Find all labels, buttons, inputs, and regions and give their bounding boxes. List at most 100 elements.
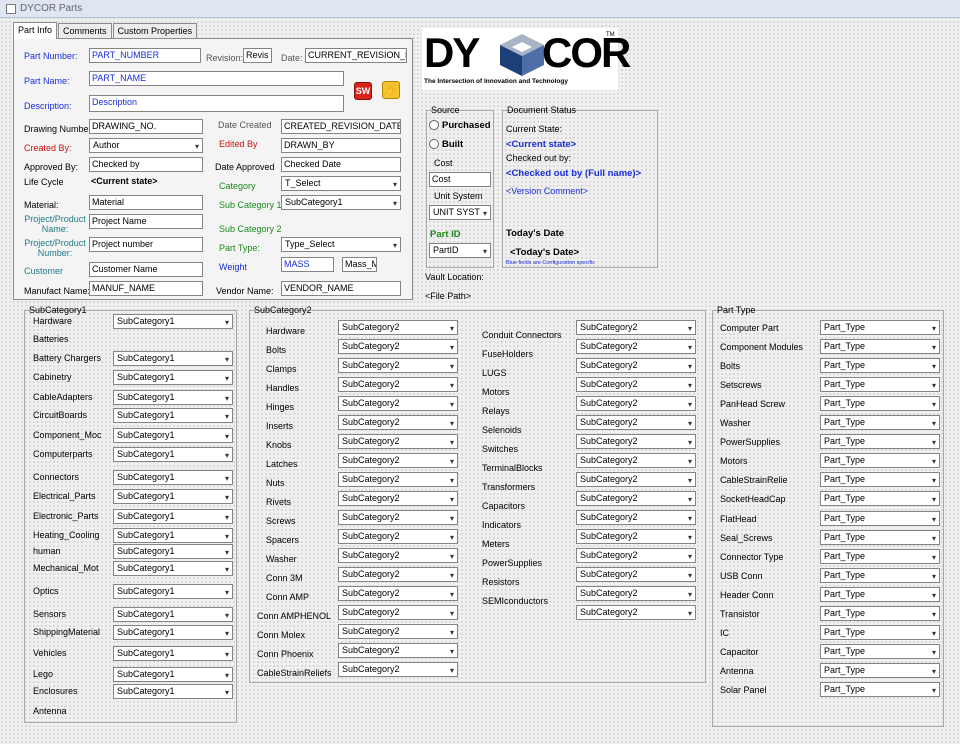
drawing-number-field[interactable]: DRAWING_NO. — [89, 119, 203, 134]
subcategory-dropdown[interactable]: SubCategory1 ▾ — [113, 544, 233, 559]
subcategory-dropdown[interactable]: SubCategory1 ▾ — [113, 607, 233, 622]
subcategory-dropdown[interactable]: Part_Type ▾ — [820, 530, 940, 545]
part-type-dropdown[interactable]: Type_Select ▾ — [281, 237, 401, 252]
subcategory-dropdown[interactable]: SubCategory2 ▾ — [338, 662, 458, 677]
solidworks-icon[interactable]: SW — [354, 82, 372, 100]
subcategory-dropdown[interactable]: SubCategory1 ▾ — [113, 561, 233, 576]
radio-purchased[interactable] — [429, 120, 439, 130]
subcategory-dropdown[interactable]: Part_Type ▾ — [820, 358, 940, 373]
subcategory-dropdown[interactable]: SubCategory2 ▾ — [576, 320, 696, 335]
subcategory-dropdown[interactable]: SubCategory2 ▾ — [338, 320, 458, 335]
subcategory-dropdown[interactable]: SubCategory2 ▾ — [338, 643, 458, 658]
subcategory-dropdown[interactable]: Part_Type ▾ — [820, 587, 940, 602]
date-field[interactable]: CURRENT_REVISION_D — [305, 48, 407, 63]
date-created-field[interactable]: CREATED_REVISION_DATE — [281, 119, 401, 134]
part-number-field[interactable]: PART_NUMBER — [89, 48, 201, 63]
subcategory-dropdown[interactable]: Part_Type ▾ — [820, 377, 940, 392]
hand-icon[interactable]: ✋ — [382, 81, 400, 99]
subcategory-dropdown[interactable]: Part_Type ▾ — [820, 453, 940, 468]
subcategory-dropdown[interactable]: SubCategory1 ▾ — [113, 489, 233, 504]
unit-system-dropdown[interactable]: UNIT SYST ▾ — [429, 205, 491, 220]
subcategory-dropdown[interactable]: SubCategory1 ▾ — [113, 625, 233, 640]
subcategory-dropdown[interactable]: Part_Type ▾ — [820, 491, 940, 506]
subcategory-dropdown[interactable]: SubCategory1 ▾ — [113, 684, 233, 699]
subcategory-dropdown[interactable]: Part_Type ▾ — [820, 472, 940, 487]
approved-by-field[interactable]: Checked by — [89, 157, 203, 172]
subcategory-dropdown[interactable]: SubCategory1 ▾ — [113, 370, 233, 385]
created-by-dropdown[interactable]: Author ▾ — [89, 138, 203, 153]
subcategory-dropdown[interactable]: Part_Type ▾ — [820, 644, 940, 659]
edited-by-field[interactable]: DRAWN_BY — [281, 138, 401, 153]
subcategory-dropdown[interactable]: SubCategory1 ▾ — [113, 667, 233, 682]
sub-category-1-dropdown[interactable]: SubCategory1 ▾ — [281, 195, 401, 210]
subcategory-dropdown[interactable]: SubCategory2 ▾ — [576, 339, 696, 354]
subcategory-dropdown[interactable]: SubCategory2 ▾ — [338, 453, 458, 468]
weight-field[interactable]: MASS — [281, 257, 334, 272]
subcategory-dropdown[interactable]: SubCategory2 ▾ — [338, 548, 458, 563]
tab-comments[interactable]: Comments — [58, 23, 112, 38]
subcategory-dropdown[interactable]: Part_Type ▾ — [820, 606, 940, 621]
subcategory-dropdown[interactable]: SubCategory2 ▾ — [576, 510, 696, 525]
subcategory-dropdown[interactable]: SubCategory2 ▾ — [338, 586, 458, 601]
description-field[interactable]: Description — [89, 95, 344, 112]
project-number-field[interactable]: Project number — [89, 237, 203, 252]
subcategory-dropdown[interactable]: SubCategory2 ▾ — [576, 377, 696, 392]
subcategory-dropdown[interactable]: SubCategory2 ▾ — [576, 548, 696, 563]
subcategory-dropdown[interactable]: SubCategory2 ▾ — [576, 491, 696, 506]
subcategory-dropdown[interactable]: SubCategory2 ▾ — [338, 339, 458, 354]
subcategory-dropdown[interactable]: SubCategory1 ▾ — [113, 408, 233, 423]
subcategory-dropdown[interactable]: Part_Type ▾ — [820, 663, 940, 678]
subcategory-dropdown[interactable]: Part_Type ▾ — [820, 511, 940, 526]
subcategory-dropdown[interactable]: SubCategory1 ▾ — [113, 528, 233, 543]
subcategory-dropdown[interactable]: SubCategory2 ▾ — [576, 453, 696, 468]
revision-field[interactable]: Revis — [243, 48, 272, 63]
subcategory-dropdown[interactable]: SubCategory2 ▾ — [338, 377, 458, 392]
project-name-field[interactable]: Project Name — [89, 214, 203, 229]
subcategory-dropdown[interactable]: SubCategory2 ▾ — [338, 510, 458, 525]
subcategory-dropdown[interactable]: SubCategory1 ▾ — [113, 447, 233, 462]
subcategory-dropdown[interactable]: SubCategory2 ▾ — [576, 605, 696, 620]
subcategory-dropdown[interactable]: Part_Type ▾ — [820, 682, 940, 697]
subcategory-dropdown[interactable]: SubCategory2 ▾ — [576, 567, 696, 582]
subcategory-dropdown[interactable]: SubCategory2 ▾ — [338, 491, 458, 506]
material-field[interactable]: Material — [89, 195, 203, 210]
part-name-field[interactable]: PART_NAME — [89, 71, 344, 86]
subcategory-dropdown[interactable]: SubCategory2 ▾ — [338, 358, 458, 373]
subcategory-dropdown[interactable]: Part_Type ▾ — [820, 434, 940, 449]
category-dropdown[interactable]: T_Select ▾ — [281, 176, 401, 191]
subcategory-dropdown[interactable]: SubCategory2 ▾ — [576, 529, 696, 544]
subcategory-dropdown[interactable]: Part_Type ▾ — [820, 625, 940, 640]
subcategory-dropdown[interactable]: Part_Type ▾ — [820, 339, 940, 354]
subcategory-dropdown[interactable]: Part_Type ▾ — [820, 568, 940, 583]
subcategory-dropdown[interactable]: SubCategory1 ▾ — [113, 470, 233, 485]
subcategory-dropdown[interactable]: SubCategory2 ▾ — [338, 624, 458, 639]
subcategory-dropdown[interactable]: SubCategory2 ▾ — [338, 434, 458, 449]
radio-built[interactable] — [429, 139, 439, 149]
subcategory-dropdown[interactable]: Part_Type ▾ — [820, 320, 940, 335]
subcategory-dropdown[interactable]: Part_Type ▾ — [820, 396, 940, 411]
subcategory-dropdown[interactable]: SubCategory1 ▾ — [113, 351, 233, 366]
subcategory-dropdown[interactable]: SubCategory2 ▾ — [576, 472, 696, 487]
subcategory-dropdown[interactable]: SubCategory1 ▾ — [113, 428, 233, 443]
subcategory-dropdown[interactable]: SubCategory2 ▾ — [338, 529, 458, 544]
tab-part-info[interactable]: Part Info — [13, 22, 58, 39]
subcategory-dropdown[interactable]: SubCategory2 ▾ — [338, 415, 458, 430]
vendor-name-field[interactable]: VENDOR_NAME — [281, 281, 401, 296]
subcategory-dropdown[interactable]: SubCategory2 ▾ — [576, 586, 696, 601]
subcategory-dropdown[interactable]: SubCategory2 ▾ — [576, 434, 696, 449]
subcategory-dropdown[interactable]: SubCategory1 ▾ — [113, 584, 233, 599]
subcategory-dropdown[interactable]: SubCategory2 ▾ — [576, 358, 696, 373]
manufact-name-field[interactable]: MANUF_NAME — [89, 281, 203, 296]
subcategory-dropdown[interactable]: Part_Type ▾ — [820, 549, 940, 564]
subcategory-dropdown[interactable]: SubCategory2 ▾ — [576, 415, 696, 430]
subcategory-dropdown[interactable]: SubCategory1 ▾ — [113, 646, 233, 661]
weight-unit-field[interactable]: Mass_M — [342, 257, 377, 272]
subcategory-dropdown[interactable]: SubCategory2 ▾ — [338, 472, 458, 487]
subcategory-dropdown[interactable]: SubCategory1 ▾ — [113, 314, 233, 329]
subcategory-dropdown[interactable]: SubCategory1 ▾ — [113, 390, 233, 405]
cost-field[interactable]: Cost — [429, 172, 491, 187]
subcategory-dropdown[interactable]: SubCategory2 ▾ — [338, 396, 458, 411]
subcategory-dropdown[interactable]: SubCategory2 ▾ — [338, 605, 458, 620]
date-approved-field[interactable]: Checked Date — [281, 157, 401, 172]
subcategory-dropdown[interactable]: SubCategory1 ▾ — [113, 509, 233, 524]
